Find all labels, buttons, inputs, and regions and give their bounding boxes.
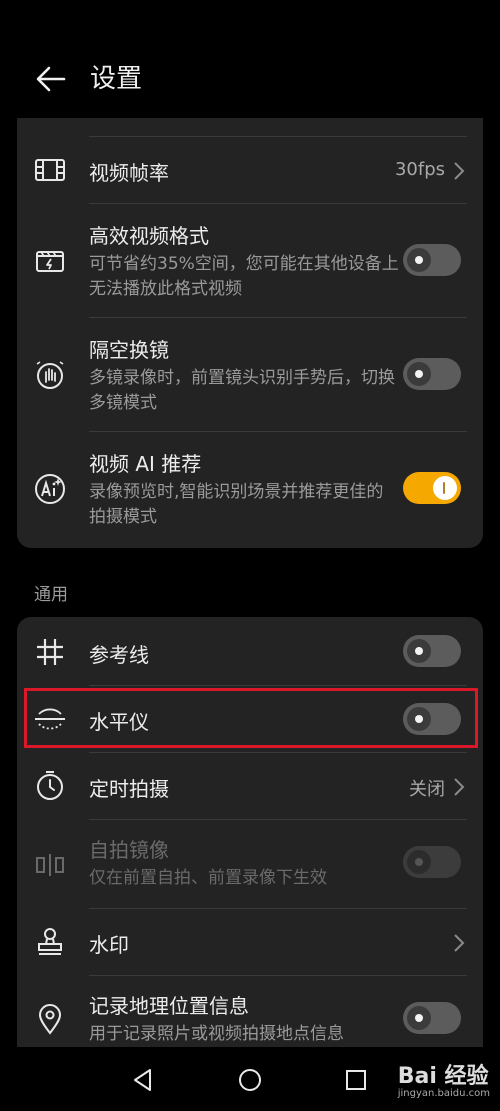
watermark-row[interactable]: 水印 (17, 909, 483, 975)
video-format-icon (33, 244, 67, 278)
ai-recommend-row[interactable]: 视频 AI 推荐 录像预览时,智能识别场景并推荐更佳的拍摄模式 (17, 432, 483, 545)
film-strip-icon (33, 153, 67, 187)
grid-toggle[interactable] (403, 635, 461, 667)
gesture-switch-row[interactable]: 隔空换镜 多镜录像时，前置镜头识别手势后，切换多镜模式 (17, 318, 483, 431)
location-row[interactable]: 记录地理位置信息 用于记录照片或视频拍摄地点信息 (17, 976, 483, 1047)
hand-gesture-icon (33, 358, 67, 392)
nav-recents-square-icon[interactable] (343, 1067, 369, 1093)
selfie-mirror-row: 自拍镜像 仅在前置自拍、前置录像下生效 (17, 820, 483, 908)
watermark-brand: Bai 经验 (397, 1064, 489, 1089)
gesture-switch-toggle[interactable] (403, 358, 461, 390)
location-label: 记录地理位置信息 (89, 994, 249, 1018)
selfie-mirror-description: 仅在前置自拍、前置录像下生效 (89, 868, 327, 888)
chevron-right-icon (454, 778, 465, 796)
ai-recommend-toggle[interactable] (403, 472, 461, 504)
highlight-box (24, 688, 478, 748)
hevc-description: 可节省约35%空间，您可能在其他设备上无法播放此格式视频 (89, 254, 399, 299)
gesture-switch-label: 隔空换镜 (89, 338, 169, 362)
grid-hash-icon (33, 635, 67, 669)
selfie-mirror-toggle (403, 846, 461, 878)
grid-label: 参考线 (89, 643, 149, 667)
frame-rate-label: 视频帧率 (89, 161, 169, 185)
gesture-switch-description: 多镜录像时，前置镜头识别手势后，切换多镜模式 (89, 368, 395, 413)
nav-home-circle-icon[interactable] (237, 1067, 263, 1093)
hevc-label: 高效视频格式 (89, 224, 209, 248)
location-pin-icon (33, 1002, 67, 1036)
ai-icon (33, 472, 67, 506)
selfie-mirror-label: 自拍镜像 (89, 838, 169, 862)
watermark-overlay: Bai 经验 jingyan.baidu.com (398, 1058, 490, 1099)
watermark-label: 水印 (89, 933, 129, 957)
location-description: 用于记录照片或视频拍摄地点信息 (89, 1024, 344, 1044)
section-header-general: 通用 (34, 585, 68, 605)
hevc-row[interactable]: 高效视频格式 可节省约35%空间，您可能在其他设备上无法播放此格式视频 (17, 204, 483, 317)
chevron-right-icon (454, 162, 465, 180)
app-header: 设置 (0, 0, 500, 118)
frame-rate-value: 30fps (394, 159, 445, 180)
location-toggle[interactable] (403, 1002, 461, 1034)
stamp-icon (33, 925, 67, 959)
timer-icon (33, 769, 67, 803)
ai-recommend-description: 录像预览时,智能识别场景并推荐更佳的拍摄模式 (89, 482, 384, 527)
frame-rate-row[interactable]: 视频帧率 30fps (17, 137, 483, 203)
hevc-toggle[interactable] (403, 244, 461, 276)
page-title: 设置 (90, 64, 143, 94)
back-arrow-icon[interactable] (34, 62, 68, 96)
timer-row[interactable]: 定时拍摄 关闭 (17, 753, 483, 819)
nav-back-triangle-icon[interactable] (130, 1067, 156, 1093)
video-settings-card: 视频帧率 30fps 高效视频格式 可节省约35%空间，您可能在其他设备上无法播… (17, 118, 483, 548)
timer-label: 定时拍摄 (89, 777, 169, 801)
grid-row[interactable]: 参考线 (17, 617, 483, 685)
general-settings-card: 参考线 水平仪 定时拍摄 关闭 自拍镜像 仅在前置自拍、前置录像下生效 水印 记… (17, 617, 483, 1047)
watermark-url: jingyan.baidu.com (397, 1088, 490, 1099)
timer-value: 关闭 (409, 779, 445, 800)
ai-recommend-label: 视频 AI 推荐 (89, 452, 202, 476)
chevron-right-icon (454, 934, 465, 952)
mirror-icon (33, 848, 67, 882)
